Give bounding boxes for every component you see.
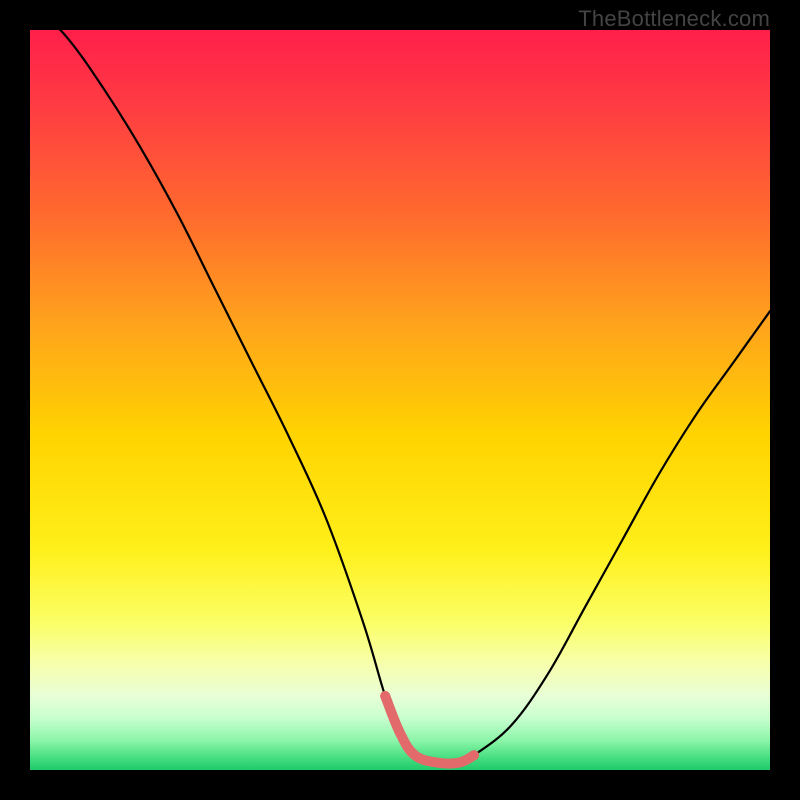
plot-area (30, 30, 770, 770)
highlight-end-dot (469, 750, 479, 760)
curve-layer (30, 30, 770, 770)
bottleneck-curve (30, 30, 770, 764)
highlight-start-dot (380, 691, 390, 701)
bottleneck-curve-highlight (385, 696, 474, 764)
watermark-text: TheBottleneck.com (578, 6, 770, 32)
chart-frame: TheBottleneck.com (0, 0, 800, 800)
